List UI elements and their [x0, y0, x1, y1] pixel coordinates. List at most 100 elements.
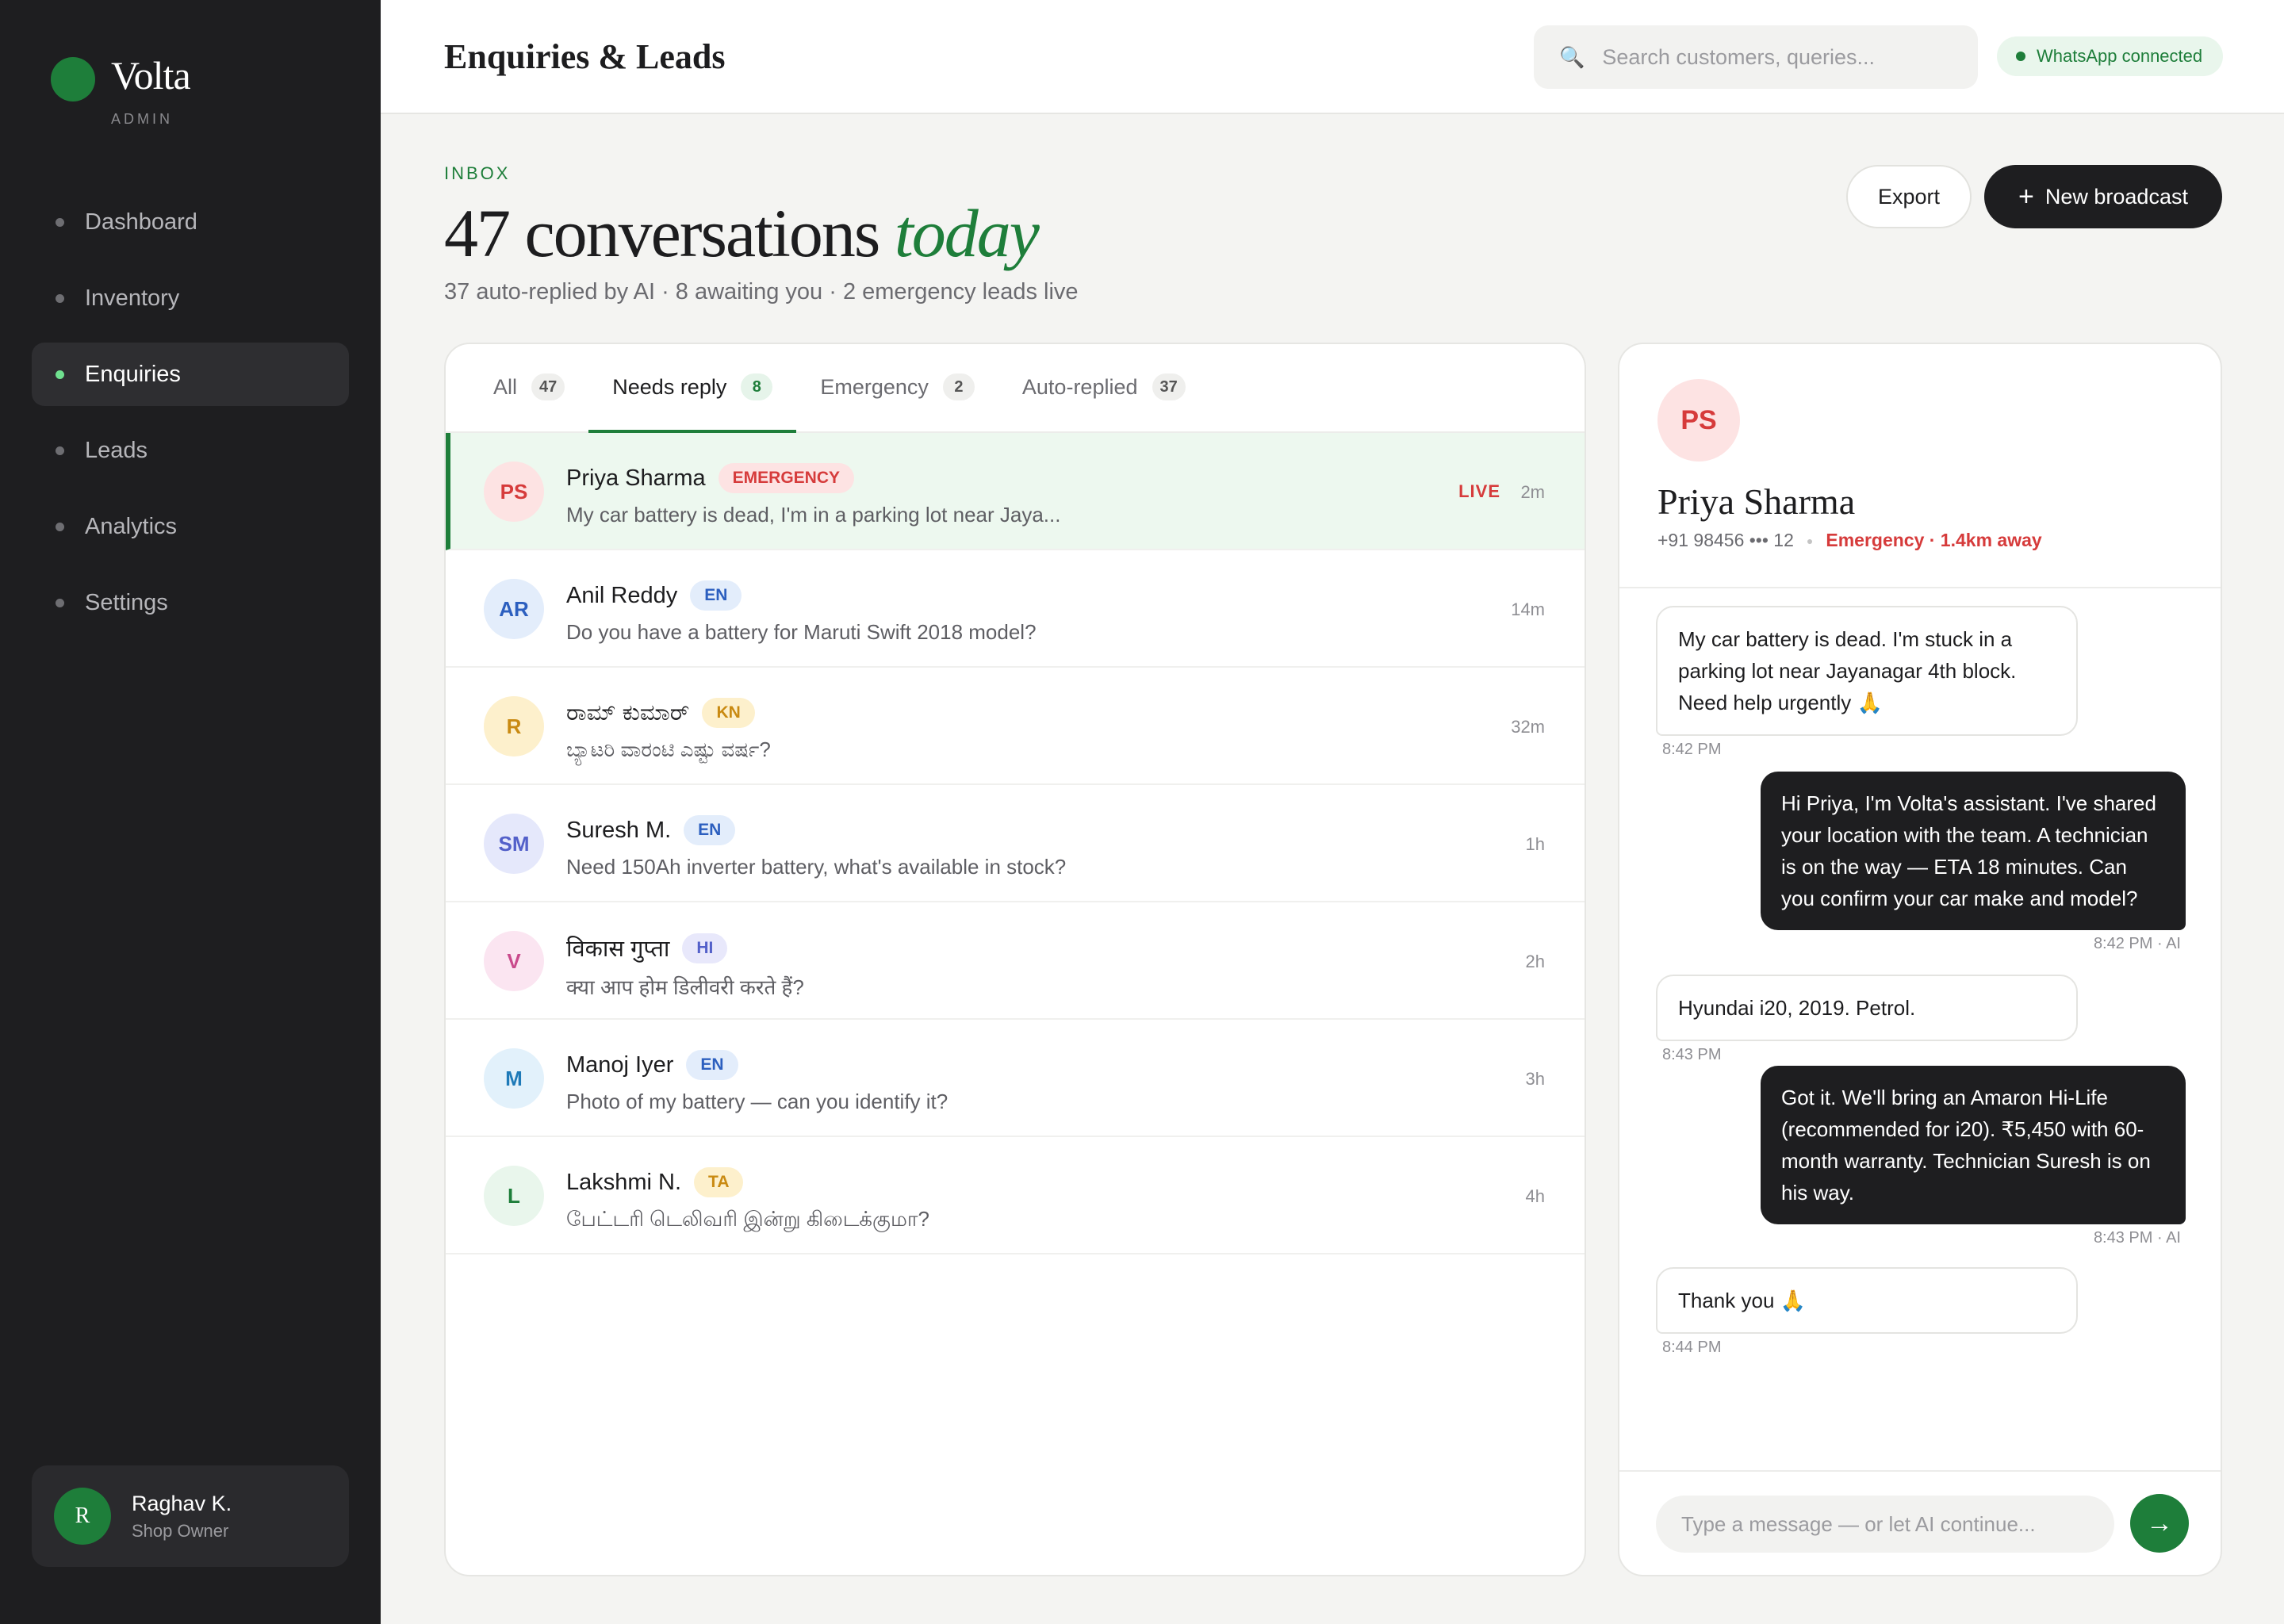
logo-mark — [51, 57, 95, 102]
nav-dot-icon — [56, 293, 64, 303]
chat-avatar: PS — [1657, 379, 1740, 462]
new-broadcast-button[interactable]: + New broadcast — [1984, 165, 2222, 228]
message-bubble: Hi Priya, I'm Volta's assistant. I've sh… — [1761, 772, 2186, 930]
conversation-preview: பேட்டரி டெலிவரி இன்று கிடைக்குமா? — [566, 1207, 929, 1231]
user-card[interactable]: R Raghav K. Shop Owner — [32, 1465, 349, 1567]
conversation-list-panel: All 47 Needs reply 8 Emergency 2 Auto-replied 3… — [444, 343, 1586, 1576]
sidebar-item-label: Settings — [85, 589, 168, 615]
chat-contact-name: Priya Sharma — [1657, 481, 1856, 522]
conversation-name-line: Manoj Iyer EN — [566, 1050, 738, 1080]
sidebar-item-inventory[interactable]: Inventory — [32, 266, 349, 330]
conversation-row[interactable]: PS Priya Sharma EMERGENCY My car battery is… — [446, 433, 1585, 550]
avatar: M — [484, 1048, 544, 1109]
conversation-row[interactable]: AR Anil Reddy EN Do you have a battery for … — [446, 550, 1585, 668]
message-timestamp: 8:44 PM — [1662, 1339, 1722, 1356]
language-badge: EN — [684, 815, 736, 845]
tab-label: Emergency — [820, 374, 929, 399]
sidebar-item-enquiries[interactable]: Enquiries — [32, 343, 349, 406]
language-badge: TA — [694, 1167, 744, 1197]
tab-all[interactable]: All 47 — [469, 344, 588, 431]
sidebar: Volta ADMIN Dashboard Inventory Enquiries L… — [0, 0, 381, 1624]
whatsapp-status-badge: WhatsApp connected — [1997, 36, 2224, 76]
message-timestamp: 8:42 PM — [1662, 741, 1722, 758]
nav-dot-icon — [56, 598, 64, 607]
conversation-time: 4h — [1525, 1186, 1545, 1206]
conversation-row[interactable]: L Lakshmi N. TA பேட்டரி டெலிவரி இன்று கிடைக… — [446, 1137, 1585, 1254]
message-timestamp: 8:43 PM — [1662, 1046, 1722, 1063]
avatar: V — [484, 931, 544, 991]
message-bubble: Hyundai i20, 2019. Petrol. — [1656, 975, 2078, 1041]
tab-label: Auto-replied — [1021, 374, 1138, 399]
search-icon: 🔍 — [1559, 44, 1585, 69]
conversation-time: 3h — [1525, 1069, 1545, 1089]
avatar: L — [484, 1166, 544, 1226]
language-badge: KN — [702, 698, 755, 728]
sidebar-item-settings[interactable]: Settings — [32, 571, 349, 634]
avatar: AR — [484, 579, 544, 639]
sidebar-item-leads[interactable]: Leads — [32, 419, 349, 482]
headline-main: 47 conversations — [444, 195, 880, 271]
live-indicator: LIVE — [1458, 481, 1500, 501]
incoming-message: My car battery is dead. I'm stuck in a p… — [1656, 606, 2078, 759]
tab-needs-reply[interactable]: Needs reply 8 — [588, 344, 797, 433]
language-badge: EN — [686, 1050, 738, 1080]
conversation-name: ರಾಮ್ ಕುಮಾರ್ — [566, 699, 690, 726]
tab-count-badge: 37 — [1152, 373, 1186, 400]
conversation-row[interactable]: V विकास गुप्ता HI क्या आप होम डिलीवरी करते … — [446, 902, 1585, 1020]
language-badge: HI — [682, 933, 728, 963]
user-name: Raghav K. — [132, 1491, 232, 1515]
search-input[interactable] — [1602, 44, 1952, 70]
sidebar-item-label: Leads — [85, 437, 148, 463]
send-button[interactable]: → — [2130, 1494, 2189, 1553]
conversation-name-line: Suresh M. EN — [566, 815, 736, 845]
main-content: Enquiries & Leads 🔍 WhatsApp connected I… — [381, 0, 2284, 1624]
conversation-preview: क्या आप होम डिलीवरी करते हैं? — [566, 975, 804, 999]
conversation-time: 2h — [1525, 952, 1545, 971]
tab-emergency[interactable]: Emergency 2 — [796, 344, 998, 431]
avatar: R — [54, 1488, 111, 1545]
conversation-name: Suresh M. — [566, 817, 672, 843]
sidebar-item-dashboard[interactable]: Dashboard — [32, 190, 349, 254]
inbox-eyebrow: INBOX — [444, 163, 511, 183]
tab-count-badge: 47 — [531, 373, 565, 400]
conversation-preview: My car battery is dead, I'm in a parking… — [566, 503, 1061, 527]
chat-panel: PS Priya Sharma +91 98456 ••• 12 ● Emerg… — [1618, 343, 2222, 1576]
app-root: Volta ADMIN Dashboard Inventory Enquiries L… — [0, 0, 2284, 1624]
incoming-message: Hyundai i20, 2019. Petrol. 8:43 PM — [1656, 975, 2078, 1064]
conversation-preview: Do you have a battery for Maruti Swift 2… — [566, 620, 1037, 644]
brand-sub: ADMIN — [111, 111, 173, 127]
whatsapp-status-label: WhatsApp connected — [2037, 46, 2203, 66]
conversation-name-line: Priya Sharma EMERGENCY — [566, 463, 855, 493]
tab-auto-replied[interactable]: Auto-replied 37 — [998, 344, 1209, 431]
conversation-row[interactable]: SM Suresh M. EN Need 150Ah inverter battery… — [446, 785, 1585, 902]
avatar: PS — [484, 462, 544, 522]
inbox-headline: 47 conversations today — [444, 193, 1040, 273]
nav-dot-icon — [56, 522, 64, 531]
conversation-time: 14m — [1511, 599, 1545, 619]
chat-status: Emergency · 1.4km away — [1826, 530, 2042, 550]
message-input[interactable] — [1656, 1496, 2114, 1553]
conversation-name: Manoj Iyer — [566, 1051, 674, 1078]
conversation-preview: ಬ್ಯಾಟರಿ ವಾರಂಟಿ ಎಷ್ಟು ವರ್ಷ? — [566, 737, 771, 761]
new-broadcast-label: New broadcast — [2044, 184, 2188, 209]
nav-dot-icon — [56, 217, 64, 227]
tab-count-badge: 8 — [741, 373, 773, 400]
search-box[interactable]: 🔍 — [1534, 25, 1978, 89]
tab-count-badge: 2 — [942, 373, 975, 400]
page-title: Enquiries & Leads — [444, 37, 726, 76]
user-info: Raghav K. Shop Owner — [132, 1492, 232, 1542]
plus-icon: + — [2018, 181, 2034, 212]
export-button[interactable]: Export — [1846, 165, 1972, 228]
chat-phone: +91 98456 ••• 12 — [1657, 530, 1794, 550]
status-dot-icon — [2016, 52, 2025, 61]
user-role: Shop Owner — [132, 1520, 229, 1541]
sidebar-item-analytics[interactable]: Analytics — [32, 495, 349, 558]
conversation-name: Anil Reddy — [566, 582, 678, 608]
conversation-row[interactable]: R ರಾಮ್ ಕುಮಾರ್ KN ಬ್ಯಾಟರಿ ವಾರಂಟಿ ಎಷ್ಟು ವರ್ಷ?… — [446, 668, 1585, 785]
tab-label: Needs reply — [612, 374, 727, 399]
conversation-name: Lakshmi N. — [566, 1169, 682, 1195]
conversation-row[interactable]: M Manoj Iyer EN Photo of my battery — can y… — [446, 1020, 1585, 1137]
conversation-name: Priya Sharma — [566, 465, 706, 491]
composer: → — [1619, 1470, 2221, 1575]
message-timestamp: 8:43 PM · AI — [2093, 1229, 2181, 1247]
